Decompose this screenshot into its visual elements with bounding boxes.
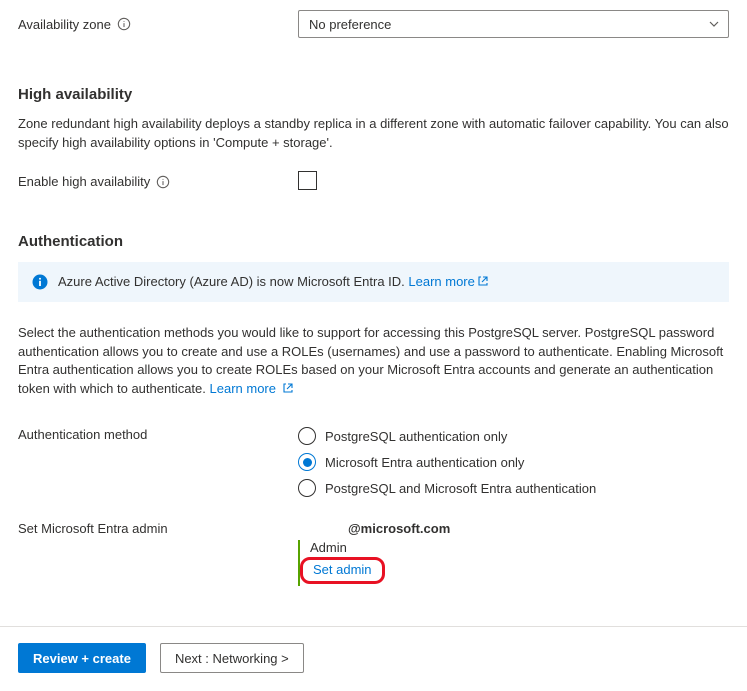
admin-box: Admin Set admin	[298, 540, 729, 586]
radio-circle	[298, 453, 316, 471]
availability-zone-control: No preference	[298, 10, 729, 38]
auth-method-control: PostgreSQL authentication only Microsoft…	[298, 427, 729, 497]
admin-domain-row: @microsoft.com	[298, 521, 729, 536]
auth-learn-more-text: Learn more	[210, 381, 276, 396]
enable-ha-control	[298, 171, 729, 193]
availability-zone-label-text: Availability zone	[18, 17, 111, 32]
entra-learn-more-text: Learn more	[408, 274, 474, 289]
radio-circle	[298, 479, 316, 497]
authentication-description: Select the authentication methods you wo…	[18, 324, 729, 399]
radio-label: PostgreSQL and Microsoft Entra authentic…	[325, 481, 596, 496]
auth-method-label: Authentication method	[18, 427, 298, 442]
external-link-icon	[283, 383, 293, 393]
set-admin-label-text: Set Microsoft Entra admin	[18, 521, 168, 536]
next-networking-button[interactable]: Next : Networking >	[160, 643, 304, 673]
availability-zone-value: No preference	[309, 17, 391, 32]
availability-zone-label: Availability zone	[18, 17, 298, 32]
review-create-button[interactable]: Review + create	[18, 643, 146, 673]
enable-ha-label: Enable high availability	[18, 174, 298, 189]
footer-buttons: Review + create Next : Networking >	[18, 643, 729, 673]
entra-learn-more-link[interactable]: Learn more	[408, 274, 487, 289]
set-admin-link[interactable]: Set admin	[313, 562, 372, 577]
high-availability-description: Zone redundant high availability deploys…	[18, 115, 729, 153]
high-availability-heading: High availability	[18, 86, 729, 103]
set-admin-row: Set Microsoft Entra admin @microsoft.com…	[18, 521, 729, 586]
authentication-heading: Authentication	[18, 233, 729, 250]
set-admin-label: Set Microsoft Entra admin	[18, 521, 298, 536]
set-admin-highlight: Set admin	[300, 557, 385, 584]
auth-method-label-text: Authentication method	[18, 427, 147, 442]
entra-banner-text-content: Azure Active Directory (Azure AD) is now…	[58, 274, 408, 289]
entra-banner-text: Azure Active Directory (Azure AD) is now…	[58, 274, 488, 289]
enable-ha-row: Enable high availability	[18, 171, 729, 193]
admin-domain-text: @microsoft.com	[348, 521, 450, 536]
admin-role-text: Admin	[310, 540, 729, 555]
radio-circle	[298, 427, 316, 445]
external-link-icon	[478, 276, 488, 286]
auth-desc-text: Select the authentication methods you wo…	[18, 325, 723, 397]
radio-entra-only[interactable]: Microsoft Entra authentication only	[298, 453, 729, 471]
entra-info-banner: Azure Active Directory (Azure AD) is now…	[18, 262, 729, 302]
enable-ha-label-text: Enable high availability	[18, 174, 150, 189]
radio-label: PostgreSQL authentication only	[325, 429, 507, 444]
auth-method-row: Authentication method PostgreSQL authent…	[18, 427, 729, 497]
radio-postgres-and-entra[interactable]: PostgreSQL and Microsoft Entra authentic…	[298, 479, 729, 497]
availability-zone-row: Availability zone No preference	[18, 10, 729, 38]
footer-divider	[0, 626, 747, 627]
radio-dot-icon	[303, 458, 312, 467]
radio-postgresql-only[interactable]: PostgreSQL authentication only	[298, 427, 729, 445]
radio-label: Microsoft Entra authentication only	[325, 455, 524, 470]
auth-learn-more-link[interactable]: Learn more	[210, 381, 293, 396]
auth-method-radio-group: PostgreSQL authentication only Microsoft…	[298, 427, 729, 497]
enable-ha-checkbox[interactable]	[298, 171, 317, 190]
info-circle-icon	[32, 274, 48, 290]
info-icon[interactable]	[156, 175, 170, 189]
set-admin-control: @microsoft.com Admin Set admin	[298, 521, 729, 586]
availability-zone-select[interactable]: No preference	[298, 10, 729, 38]
chevron-down-icon	[708, 18, 720, 30]
info-icon[interactable]	[117, 17, 131, 31]
